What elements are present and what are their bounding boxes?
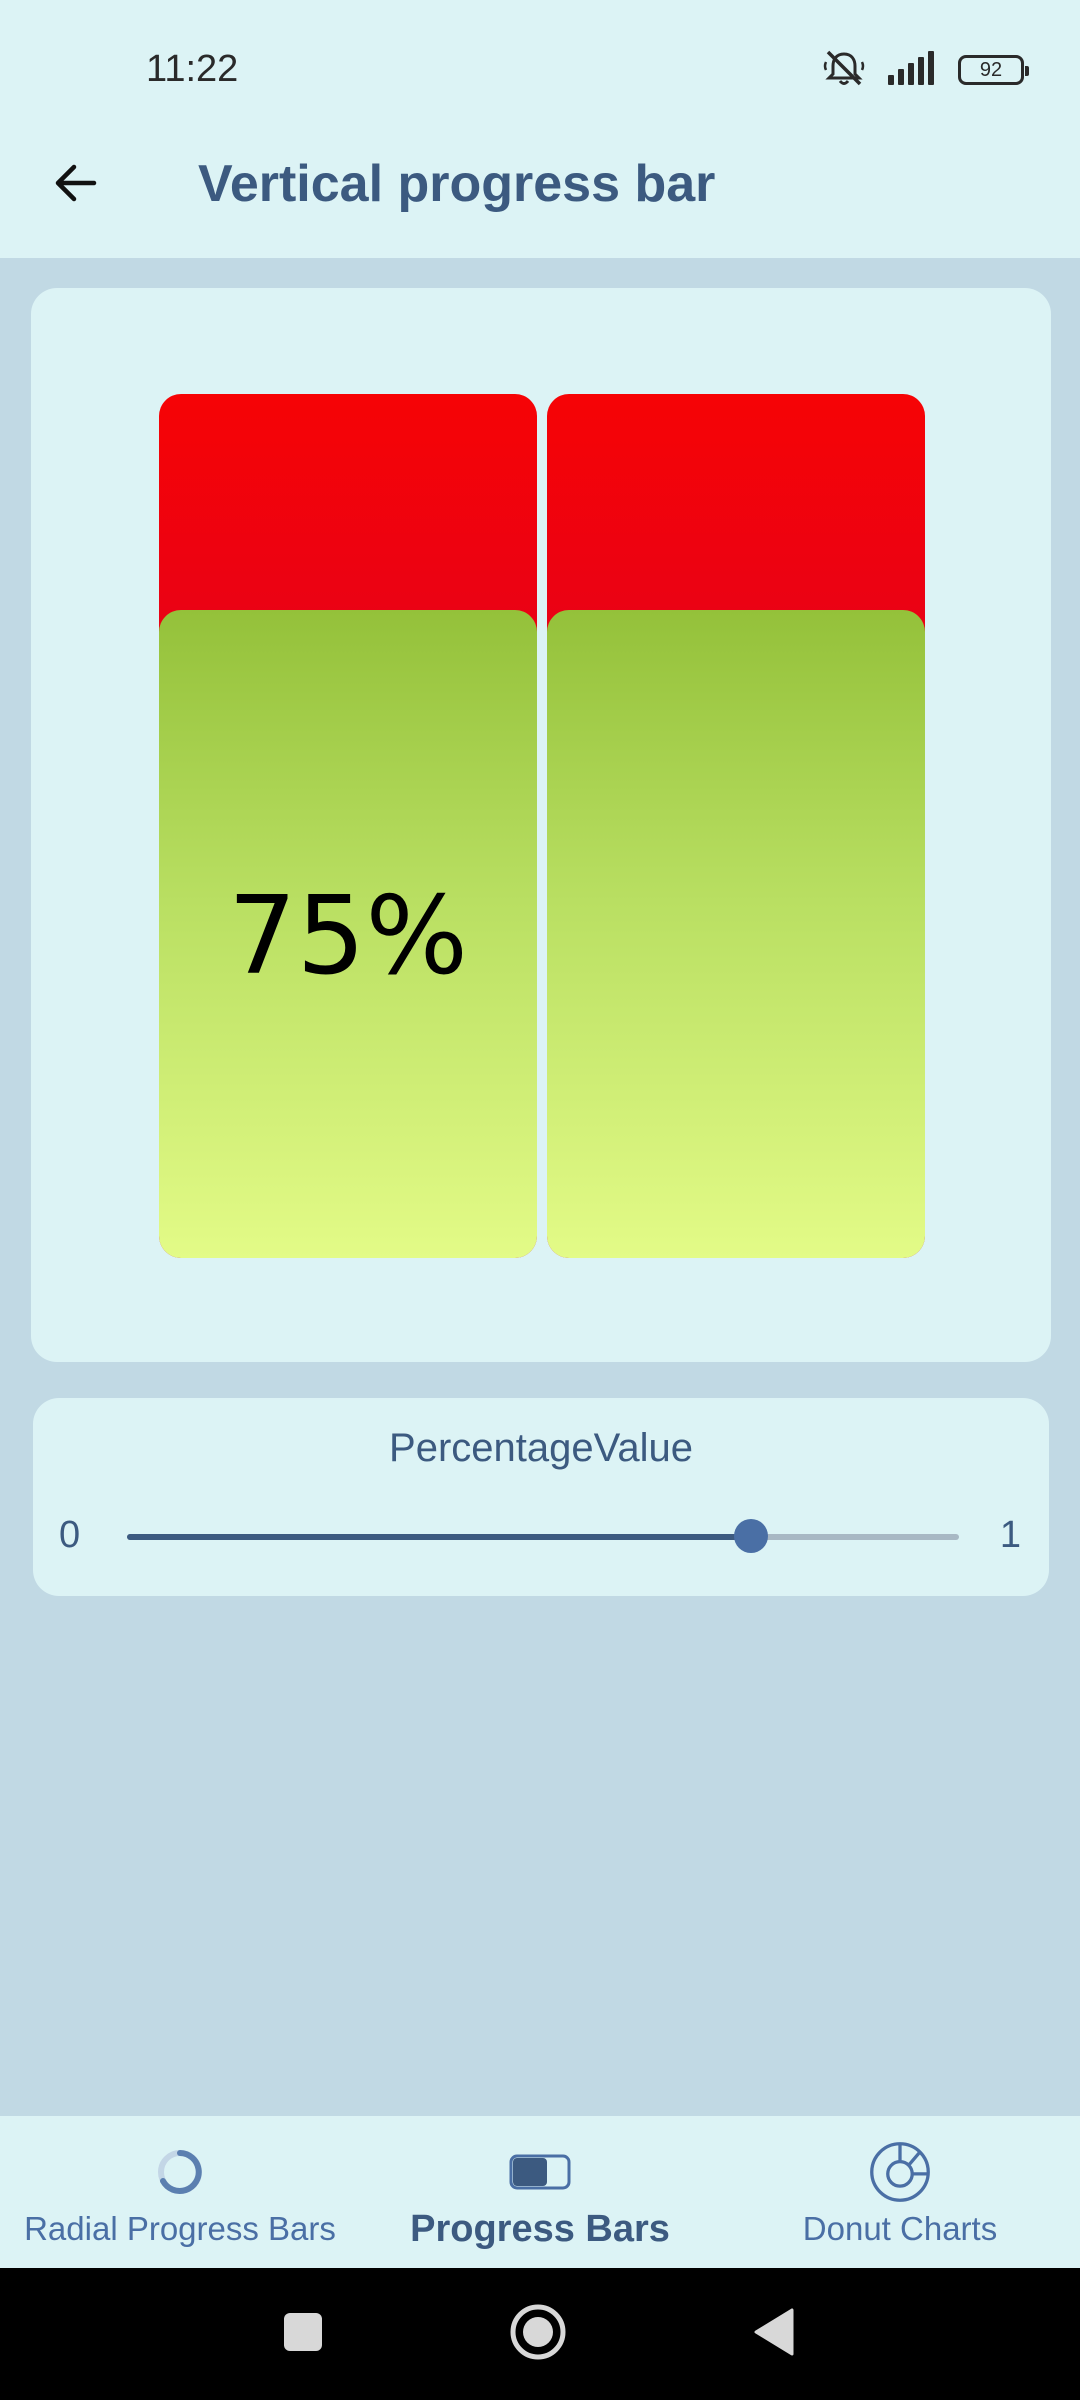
slider-thumb[interactable] <box>734 1519 768 1553</box>
percentage-slider-card: PercentageValue 0 1 <box>33 1398 1049 1596</box>
percentage-slider[interactable] <box>127 1519 959 1553</box>
nav-item-progress-bars[interactable]: Progress Bars <box>360 2116 720 2268</box>
percentage-label: 75% <box>227 874 469 999</box>
slider-min-label: 0 <box>59 1514 81 1556</box>
vertical-progress-bar-labeled: 75% <box>159 394 537 1258</box>
home-circle-icon <box>508 2302 568 2367</box>
radial-progress-icon <box>148 2140 212 2204</box>
nav-item-donut-charts[interactable]: Donut Charts <box>720 2116 1080 2268</box>
status-bar: 11:22 92 <box>0 0 1080 140</box>
vertical-progress-bar <box>547 394 925 1258</box>
arrow-left-icon <box>50 158 100 213</box>
status-time: 11:22 <box>146 48 239 90</box>
mute-icon <box>822 48 866 93</box>
bottom-navigation: Radial Progress Bars Progress Bars Donut… <box>0 2116 1080 2268</box>
top-area: 11:22 92 Vertical progress bar <box>0 0 1080 258</box>
signal-icon <box>888 50 936 90</box>
progress-bar-icon <box>508 2140 572 2204</box>
nav-label: Radial Progress Bars <box>24 2210 336 2247</box>
slider-active-track <box>127 1534 751 1540</box>
app-bar: Vertical progress bar <box>0 140 1080 258</box>
battery-icon: 92 <box>958 55 1029 85</box>
progress-fill <box>547 610 925 1258</box>
back-triangle-icon <box>752 2308 796 2361</box>
progress-bars-card: 75% <box>31 288 1051 1362</box>
system-back-button[interactable] <box>744 2304 804 2364</box>
recents-button[interactable] <box>273 2304 333 2364</box>
system-navigation-bar <box>0 2268 1080 2400</box>
donut-chart-icon <box>868 2140 932 2204</box>
recents-square-icon <box>283 2312 323 2357</box>
slider-max-label: 1 <box>999 1514 1021 1556</box>
back-button[interactable] <box>40 150 110 220</box>
page-title: Vertical progress bar <box>198 155 716 213</box>
nav-item-radial-progress-bars[interactable]: Radial Progress Bars <box>0 2116 360 2268</box>
nav-label: Progress Bars <box>410 2208 670 2250</box>
battery-level: 92 <box>979 58 1003 81</box>
status-icons: 92 <box>822 48 1029 93</box>
nav-label: Donut Charts <box>802 2210 998 2247</box>
home-button[interactable] <box>508 2304 568 2364</box>
slider-title: PercentageValue <box>389 1426 693 1470</box>
